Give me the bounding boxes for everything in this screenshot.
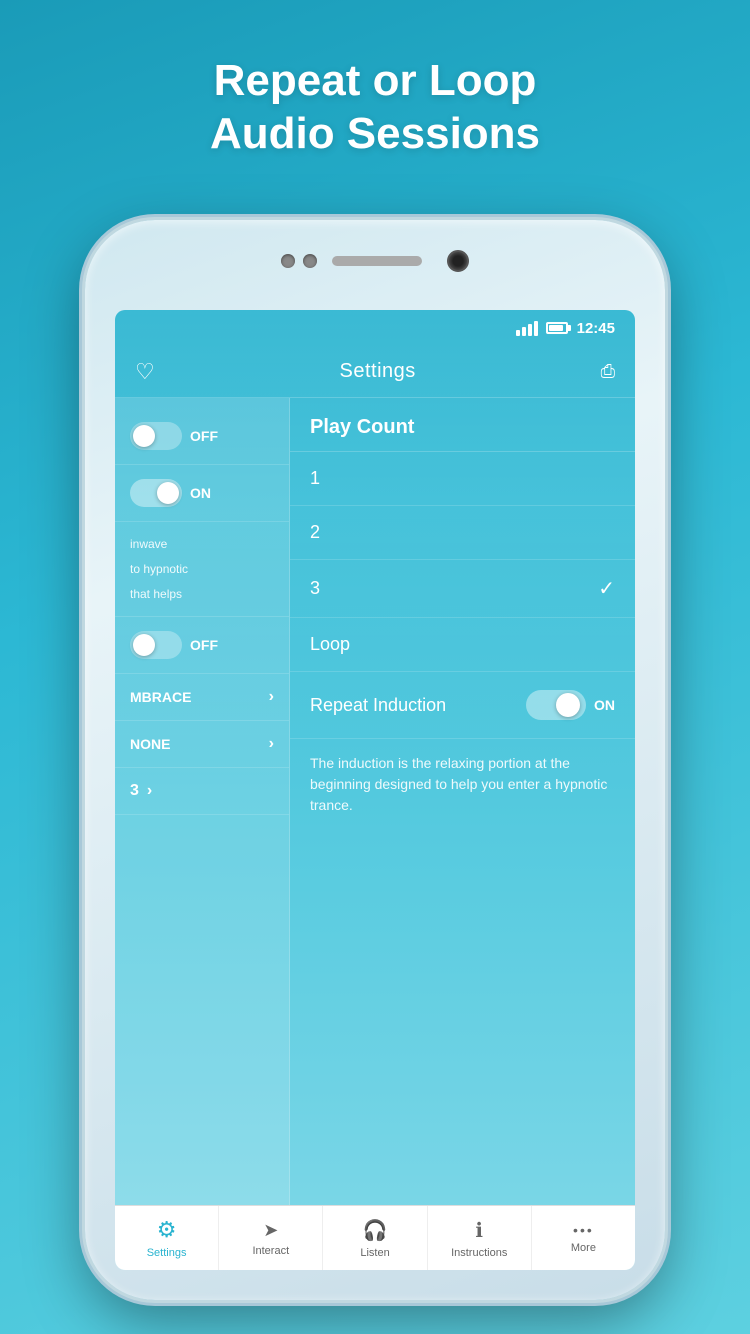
- left-row-6[interactable]: NONE ›: [115, 721, 289, 768]
- option-label-1: 1: [310, 468, 320, 489]
- chevron-icon-1: ›: [269, 688, 274, 706]
- left-text-1: inwave: [130, 536, 167, 553]
- left-panel: OFF ON inwave to hypnotic that helps: [115, 398, 290, 1205]
- tab-more-label: More: [571, 1242, 596, 1254]
- option-label-3: 3: [310, 578, 320, 599]
- more-icon: •••: [573, 1222, 594, 1238]
- toggle-1-label: OFF: [190, 428, 218, 444]
- left-option-none: NONE: [130, 736, 170, 752]
- phone-screen: 12:45 ♡ Settings ⎙ OFF: [115, 310, 635, 1270]
- section-header-play-count: Play Count: [290, 398, 635, 452]
- header-title: Settings: [340, 360, 416, 383]
- share-icon[interactable]: ⎙: [601, 361, 615, 382]
- repeat-induction-row: Repeat Induction ON: [290, 672, 635, 739]
- left-option-mbrace: MBRACE: [130, 689, 191, 705]
- toggle-2-label: ON: [190, 485, 211, 501]
- tab-instructions-label: Instructions: [451, 1247, 507, 1259]
- left-number-3: 3: [130, 782, 139, 800]
- status-time: 12:45: [577, 320, 615, 337]
- left-row-5[interactable]: MBRACE ›: [115, 674, 289, 721]
- app-header: ♡ Settings ⎙: [115, 346, 635, 398]
- main-panel: Play Count 1 2 3 ✓ Loop Repeat Induction: [290, 398, 635, 1205]
- repeat-induction-toggle-label: ON: [594, 697, 615, 713]
- loop-row[interactable]: Loop: [290, 618, 635, 672]
- left-text-3: that helps: [130, 586, 182, 603]
- left-row-1: OFF: [115, 408, 289, 465]
- tab-bar: ⚙ Settings ➤ Interact 🎧 Listen ℹ Instruc…: [115, 1205, 635, 1270]
- repeat-induction-description: The induction is the relaxing portion at…: [290, 739, 635, 830]
- toggle-3[interactable]: [130, 631, 182, 659]
- page-title: Repeat or Loop Audio Sessions: [0, 0, 750, 161]
- tab-settings[interactable]: ⚙ Settings: [115, 1206, 219, 1270]
- tab-interact-label: Interact: [252, 1245, 289, 1257]
- listen-icon: 🎧: [363, 1218, 388, 1243]
- heart-icon[interactable]: ♡: [135, 359, 155, 385]
- signal-icon: [516, 321, 538, 336]
- chevron-icon-2: ›: [269, 735, 274, 753]
- repeat-induction-toggle[interactable]: ON: [526, 690, 615, 720]
- status-bar: 12:45: [115, 310, 635, 346]
- left-row-4: OFF: [115, 617, 289, 674]
- left-row-2: ON: [115, 465, 289, 522]
- option-row-3[interactable]: 3 ✓: [290, 560, 635, 618]
- tab-interact[interactable]: ➤ Interact: [219, 1206, 323, 1270]
- tab-instructions[interactable]: ℹ Instructions: [428, 1206, 532, 1270]
- repeat-induction-label: Repeat Induction: [310, 695, 446, 716]
- option-row-1[interactable]: 1: [290, 452, 635, 506]
- option-row-2[interactable]: 2: [290, 506, 635, 560]
- tab-listen[interactable]: 🎧 Listen: [323, 1206, 427, 1270]
- loop-label: Loop: [310, 634, 350, 655]
- left-row-7[interactable]: 3 ›: [115, 768, 289, 815]
- speaker-bar: [332, 256, 422, 266]
- camera-dot-left: [281, 254, 295, 268]
- left-row-3: inwave to hypnotic that helps: [115, 522, 289, 617]
- checkmark-icon: ✓: [598, 576, 615, 601]
- phone-frame: 12:45 ♡ Settings ⎙ OFF: [85, 220, 665, 1300]
- chevron-icon-3: ›: [147, 782, 152, 800]
- toggle-2[interactable]: [130, 479, 182, 507]
- left-text-2: to hypnotic: [130, 561, 188, 578]
- battery-icon: [546, 322, 568, 334]
- toggle-3-label: OFF: [190, 637, 218, 653]
- tab-settings-label: Settings: [147, 1247, 187, 1259]
- camera-lens: [447, 250, 469, 272]
- camera-dot-right: [303, 254, 317, 268]
- instructions-icon: ℹ: [475, 1218, 483, 1243]
- tab-listen-label: Listen: [360, 1247, 389, 1259]
- option-label-2: 2: [310, 522, 320, 543]
- phone-top-notch: [85, 250, 665, 272]
- toggle-1[interactable]: [130, 422, 182, 450]
- settings-icon: ⚙: [157, 1217, 177, 1243]
- tab-more[interactable]: ••• More: [532, 1206, 635, 1270]
- interact-icon: ➤: [263, 1220, 278, 1241]
